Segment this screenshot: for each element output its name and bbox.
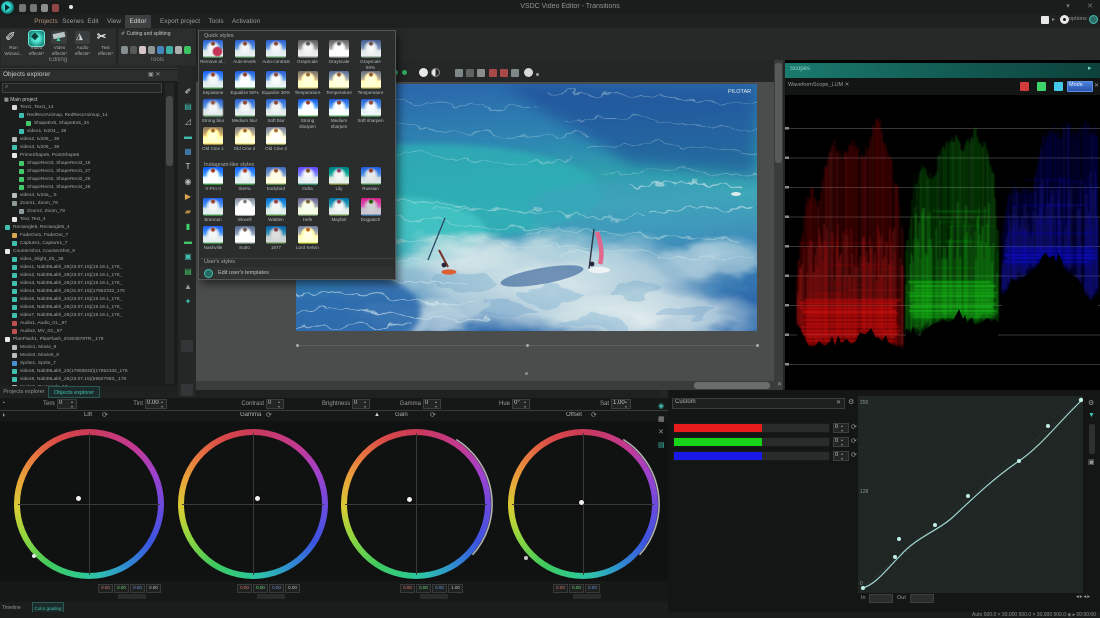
svg-text:128: 128 xyxy=(860,489,869,495)
svg-text:255: 255 xyxy=(860,400,869,406)
svg-text:PILOTAR: PILOTAR xyxy=(728,89,751,95)
svg-text:0: 0 xyxy=(860,581,863,587)
